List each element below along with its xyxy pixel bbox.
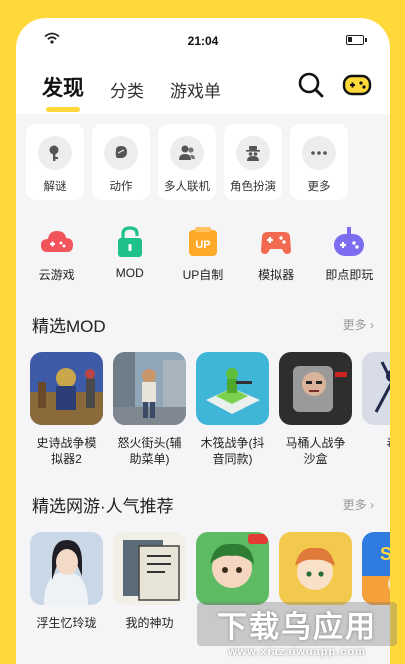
game-card[interactable]: 木筏战争(抖 音同款): [196, 352, 269, 467]
game-thumbnail: [362, 352, 390, 425]
status-bar: 21:04: [16, 18, 390, 62]
section-title: 精选网游·人气推荐: [32, 497, 174, 516]
game-title: 木筏战争(抖 音同款): [200, 436, 265, 467]
game-title: 毒液 (最: [362, 435, 390, 467]
search-icon[interactable]: [296, 70, 326, 100]
section-title: 精选MOD: [32, 317, 106, 336]
people-icon: [170, 136, 204, 170]
category-action[interactable]: 动作: [92, 124, 150, 200]
boxing-glove-icon: [104, 136, 138, 170]
tab-game-list[interactable]: 游戏单: [170, 77, 221, 112]
online-section-header: 精选网游·人气推荐 更多 ›: [32, 492, 374, 517]
status-time: 21:04: [187, 34, 219, 48]
func-mod[interactable]: MOD: [95, 224, 165, 283]
top-tabs: 发现 分类 游戏单: [42, 72, 221, 112]
watermark: 下载乌应用 www.xiazaiwuapp.com: [197, 602, 397, 658]
watermark-url: www.xiazaiwuapp.com: [228, 646, 366, 658]
game-thumbnail: [113, 532, 186, 605]
category-label: 更多: [307, 181, 331, 193]
battery-icon: [346, 35, 367, 45]
category-multiplayer[interactable]: 多人联机: [158, 124, 216, 200]
category-label: 动作: [109, 181, 133, 193]
category-label: 多人联机: [164, 181, 210, 193]
tab-discover[interactable]: 发现: [42, 72, 84, 112]
top-actions: [296, 70, 372, 100]
watermark-title: 下载乌应用: [197, 602, 397, 646]
game-thumbnail: [113, 352, 186, 425]
tab-category[interactable]: 分类: [110, 77, 144, 112]
func-label: UP自制: [182, 268, 224, 282]
more-dots-icon: [302, 136, 336, 170]
gamepad-icon[interactable]: [342, 70, 372, 100]
category-puzzle[interactable]: 解谜: [26, 124, 84, 200]
discover-content: 解谜 动作 多人联机 角色扮演 更多 云游戏 MOD UP UP自制 模拟器 即…: [16, 114, 390, 664]
game-title: 我的神功: [125, 616, 174, 630]
game-card[interactable]: 马桶人战争 沙盒: [279, 352, 352, 467]
game-thumbnail: [196, 352, 269, 425]
game-thumbnail: [279, 352, 352, 425]
more-link[interactable]: 更多 ›: [343, 316, 374, 333]
more-link[interactable]: 更多 ›: [343, 496, 374, 513]
category-row: 解谜 动作 多人联机 角色扮演 更多: [26, 124, 348, 200]
func-label: 云游戏: [38, 268, 75, 282]
mod-card-list: 史诗战争模 拟器2 怒火街头(辅 助菜单) 木筏战争(抖 音同款) 马桶人战争 …: [30, 352, 390, 467]
play-pad-icon: [334, 227, 365, 256]
game-title: 浮生忆玲珑: [36, 616, 97, 630]
game-thumbnail: [196, 532, 269, 605]
game-thumbnail: [279, 532, 352, 605]
category-label: 角色扮演: [230, 181, 276, 193]
more-label: 更多: [342, 318, 367, 332]
game-card[interactable]: 我的神功: [113, 532, 186, 631]
game-thumbnail: [30, 532, 103, 605]
func-emulator[interactable]: 模拟器: [241, 224, 311, 283]
up-badge-icon: UP: [188, 227, 217, 256]
svg-text:UP: UP: [195, 239, 210, 251]
game-title: 马桶人战争 沙盒: [285, 436, 346, 467]
svg-text:SVS: SVS: [380, 544, 390, 564]
game-card[interactable]: 浮生忆玲珑: [30, 532, 103, 631]
func-up-made[interactable]: UP UP自制: [168, 224, 238, 283]
func-cloud-game[interactable]: 云游戏: [22, 224, 92, 283]
game-thumbnail: SVS: [362, 532, 390, 605]
cloud-game-icon: [40, 231, 73, 252]
category-more[interactable]: 更多: [290, 124, 348, 200]
game-card[interactable]: 怒火街头(辅 助菜单): [113, 352, 186, 467]
game-card[interactable]: 毒液 (最: [362, 352, 390, 467]
mod-section-header: 精选MOD 更多 ›: [32, 312, 374, 337]
category-label: 解谜: [43, 181, 67, 193]
game-thumbnail: [30, 352, 103, 425]
game-title: 怒火街头(辅 助菜单): [117, 436, 182, 467]
game-title: 史诗战争模 拟器2: [36, 436, 97, 467]
function-row: 云游戏 MOD UP UP自制 模拟器 即点即玩: [16, 224, 390, 283]
func-label: MOD: [115, 266, 144, 280]
controller-icon: [261, 232, 292, 254]
func-label: 模拟器: [258, 268, 295, 282]
func-label: 即点即玩: [325, 268, 374, 282]
key-icon: [38, 136, 72, 170]
game-card[interactable]: 史诗战争模 拟器2: [30, 352, 103, 467]
app-screen: 21:04 发现 分类 游戏单 解谜 动作 多人联机 角色扮演 更多 云游戏 M…: [16, 18, 390, 664]
func-instant-play[interactable]: 即点即玩: [314, 224, 384, 283]
spy-icon: [236, 136, 270, 170]
more-label: 更多: [342, 498, 367, 512]
category-rpg[interactable]: 角色扮演: [224, 124, 282, 200]
lock-icon: [117, 226, 142, 257]
